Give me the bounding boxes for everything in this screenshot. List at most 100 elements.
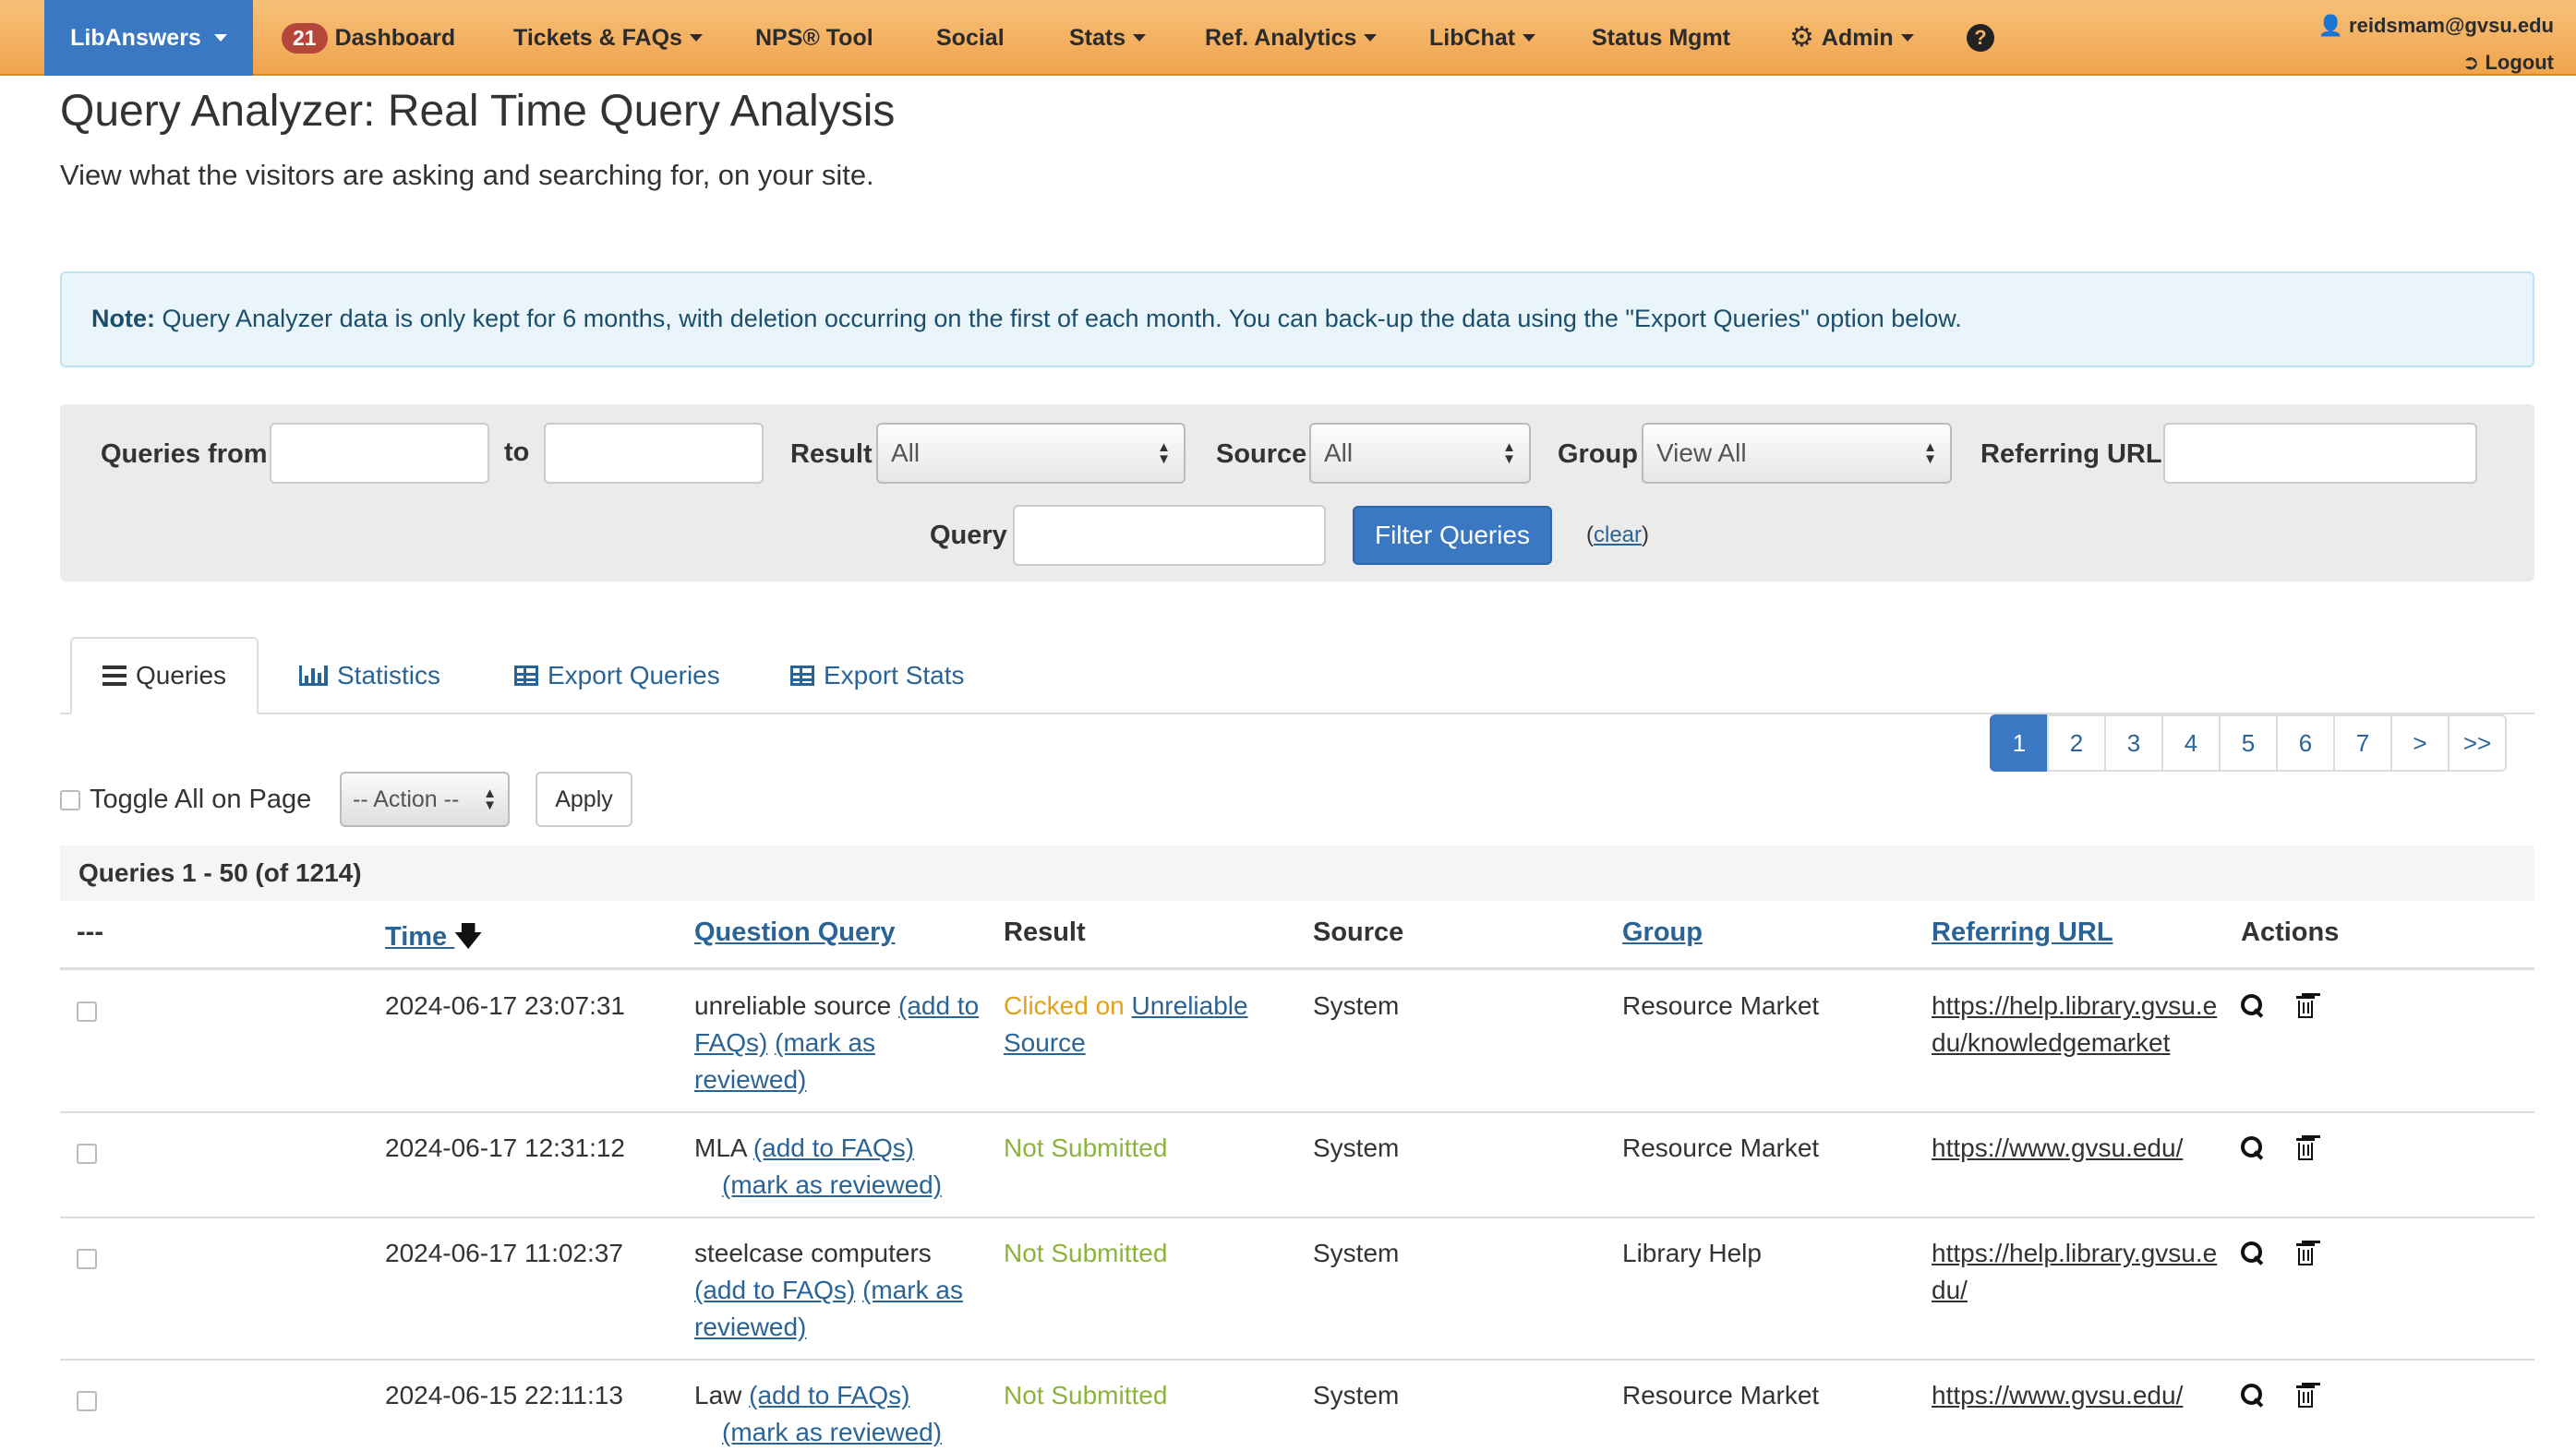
search-icon[interactable] [2241,994,2265,1018]
tab-export-queries-label: Export Queries [548,661,720,690]
query-text: Law [694,1381,742,1409]
help-button[interactable]: ? [1967,0,1994,76]
row-time: 2024-06-17 11:02:37 [385,1239,623,1267]
column-header-source: Source [1313,917,1404,947]
page-2-button[interactable]: 2 [2047,714,2106,772]
page-3-button[interactable]: 3 [2104,714,2163,772]
page-1-button[interactable]: 1 [1990,714,2049,772]
row-checkbox[interactable] [77,995,97,1032]
trash-icon[interactable] [2296,1241,2315,1265]
group-select[interactable]: View All ▲ ▼ [1642,423,1952,484]
tab-queries[interactable]: Queries [70,637,259,714]
column-header-question-query[interactable]: Question Query [694,917,896,948]
row-referring-url[interactable]: https://www.gvsu.edu/ [1932,1130,2218,1167]
clear-open-paren: ( [1586,522,1594,547]
page-6-button[interactable]: 6 [2276,714,2335,772]
column-header-time-label: Time [385,922,448,952]
table-row: 2024-06-17 11:02:37 steelcase computers … [60,1218,2534,1361]
referring-url-label: Referring URL [1980,439,2162,469]
brand-menu[interactable]: LibAnswers [44,0,253,76]
clear-close-paren: ) [1642,522,1650,547]
nav-admin[interactable]: ⚙ Admin [1789,0,1914,76]
mark-as-reviewed-link[interactable]: (mark as reviewed) [722,1170,942,1199]
queries-to-input[interactable] [544,423,764,484]
to-label: to [504,438,530,467]
tab-export-queries[interactable]: Export Queries [514,637,720,714]
query-text: MLA [694,1133,747,1162]
queries-from-input[interactable] [270,423,489,484]
logout-link[interactable]: ➲ Logout [2318,44,2554,81]
mark-as-reviewed-link[interactable]: (mark as reviewed) [722,1418,942,1446]
toggle-all: Toggle All on Page [60,785,311,815]
nav-status-mgmt[interactable]: Status Mgmt [1592,0,1730,76]
select-arrows-icon: ▲ ▼ [1923,439,1937,467]
column-header-time[interactable]: Time 🡇 [385,917,482,963]
page-5-button[interactable]: 5 [2219,714,2278,772]
user-account-link[interactable]: 👤 reidsmam@gvsu.edu [2318,7,2555,44]
nav-tickets-faqs[interactable]: Tickets & FAQs [513,0,703,76]
nav-social[interactable]: Social [936,0,1005,76]
apply-button[interactable]: Apply [536,772,632,827]
nav-ref-analytics[interactable]: Ref. Analytics [1205,0,1378,76]
search-icon[interactable] [2241,1136,2265,1160]
nav-dashboard-label: Dashboard [334,24,456,51]
trash-icon[interactable] [2296,1384,2315,1408]
nav-libchat-label: LibChat [1429,24,1516,51]
column-header-group[interactable]: Group [1622,917,1703,948]
add-to-faqs-link[interactable]: (add to FAQs) [694,1276,855,1304]
bulk-action-select[interactable]: -- Action -- ▲ ▼ [340,772,510,827]
source-select[interactable]: All ▲ ▼ [1309,423,1531,484]
tab-export-stats[interactable]: Export Stats [790,637,965,714]
search-icon[interactable] [2241,1241,2265,1265]
page-4-button[interactable]: 4 [2161,714,2221,772]
add-to-faqs-link[interactable]: (add to FAQs) [749,1381,909,1409]
chevron-down-icon [213,34,227,42]
table-row: 2024-06-15 22:11:13 Law (add to FAQs) (m… [60,1361,2534,1446]
logout-icon: ➲ [2462,51,2480,74]
row-checkbox[interactable] [77,1242,97,1279]
row-group: Resource Market [1622,1133,1820,1162]
chevron-down-icon [1900,34,1914,42]
last-page-button[interactable]: >> [2448,714,2507,772]
bar-chart-icon [299,666,328,686]
sort-desc-arrow-icon: 🡇 [454,922,483,952]
add-to-faqs-link[interactable]: (add to FAQs) [753,1133,914,1162]
row-query: Law (add to FAQs) (mark as reviewed) [694,1377,981,1451]
query-input[interactable] [1013,505,1326,566]
select-arrows-icon: ▲ ▼ [1157,439,1171,467]
nav-dashboard[interactable]: 21 Dashboard [282,0,455,76]
row-referring-url[interactable]: https://help.library.gvsu.edu/knowledgem… [1932,988,2218,1061]
row-source: System [1313,991,1400,1020]
row-referring-url[interactable]: https://help.library.gvsu.edu/ [1932,1235,2218,1309]
row-group: Resource Market [1622,1381,1820,1409]
toggle-all-checkbox[interactable] [60,789,80,810]
query-text: steelcase computers [694,1239,932,1267]
chevron-down-icon [1133,34,1147,42]
nav-stats[interactable]: Stats [1069,0,1147,76]
row-checkbox[interactable] [77,1385,97,1421]
search-icon[interactable] [2241,1384,2265,1408]
trash-icon[interactable] [2296,994,2315,1018]
result-select[interactable]: All ▲ ▼ [876,423,1186,484]
bulk-action-value: -- Action -- [353,785,460,812]
tab-statistics[interactable]: Statistics [299,637,440,714]
nav-libchat[interactable]: LibChat [1429,0,1536,76]
referring-url-input[interactable] [2163,423,2477,484]
clear-filter-link[interactable]: clear [1594,522,1642,547]
row-time: 2024-06-17 23:07:31 [385,991,625,1020]
nav-nps-tool[interactable]: NPS® Tool [755,0,873,76]
row-source: System [1313,1239,1400,1267]
page-7-button[interactable]: 7 [2333,714,2392,772]
query-label: Query [930,521,1007,550]
trash-icon[interactable] [2296,1136,2315,1160]
group-label: Group [1558,439,1638,469]
row-referring-url[interactable]: https://www.gvsu.edu/ [1932,1377,2218,1414]
queries-from-label: Queries from [101,439,268,469]
filter-queries-button[interactable]: Filter Queries [1353,506,1552,565]
row-checkbox[interactable] [77,1137,97,1174]
next-page-button[interactable]: > [2390,714,2450,772]
row-time: 2024-06-15 22:11:13 [385,1381,623,1409]
table-row: 2024-06-17 12:31:12 MLA (add to FAQs) (m… [60,1113,2534,1218]
chevron-down-icon [689,34,703,42]
column-header-referring-url[interactable]: Referring URL [1932,917,2113,948]
